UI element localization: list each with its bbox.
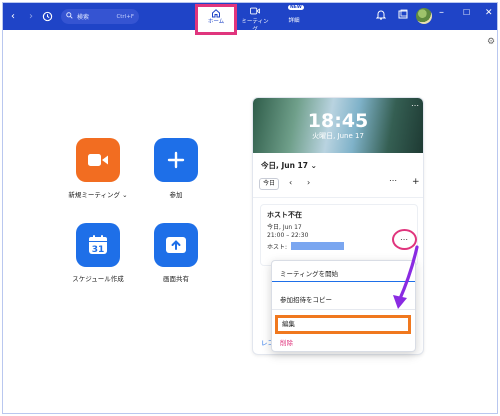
schedule-label[interactable]: スケジュール作成 xyxy=(63,273,133,283)
search-shortcut: Ctrl+F xyxy=(116,13,134,20)
annotation-arrow xyxy=(393,245,419,309)
search-icon xyxy=(66,12,73,21)
meeting-host: ホスト: xyxy=(267,244,288,251)
banner-more-icon[interactable]: ⋯ xyxy=(411,101,419,110)
add-meeting-icon[interactable]: + xyxy=(412,177,420,187)
schedule-button[interactable]: 31 xyxy=(76,223,120,267)
avatar[interactable] xyxy=(416,8,432,24)
chevron-down-icon[interactable]: ⌄ xyxy=(122,191,127,199)
new-badge: NEW xyxy=(288,5,304,10)
edit-menu-item[interactable]: 編集 xyxy=(275,315,411,334)
redacted-host xyxy=(291,242,344,250)
next-day-icon[interactable]: › xyxy=(307,178,310,187)
calendar-day-number: 31 xyxy=(92,245,105,255)
today-dropdown[interactable]: 今日, Jun 17 ⌄ xyxy=(261,160,317,171)
tab-meetings[interactable]: ミーティング xyxy=(240,7,270,33)
meeting-date: 今日, Jun 17 xyxy=(267,224,302,231)
share-screen-button[interactable] xyxy=(154,223,198,267)
back-icon[interactable]: ‹ xyxy=(5,8,21,24)
calendar-banner: 18:45 火曜日, June 17 ⋯ xyxy=(253,98,423,153)
calendar-31-icon: 31 xyxy=(89,235,107,255)
join-label[interactable]: 参加 xyxy=(141,189,211,199)
plus-icon xyxy=(167,151,185,169)
banner-date: 火曜日, June 17 xyxy=(312,132,364,140)
delete-menu-item[interactable]: 削除 xyxy=(272,335,415,351)
bell-icon[interactable] xyxy=(375,9,387,23)
search-placeholder: 検索 xyxy=(77,14,90,21)
history-icon[interactable] xyxy=(39,8,55,24)
new-meeting-label[interactable]: 新規ミーティング ⌄ xyxy=(63,189,133,199)
whiteboard-icon[interactable] xyxy=(398,9,408,22)
gear-icon[interactable]: ⚙ xyxy=(487,37,495,47)
maximize-icon[interactable]: ☐ xyxy=(463,8,470,17)
search-input[interactable]: 検索 Ctrl+F xyxy=(61,9,139,24)
join-button[interactable] xyxy=(154,138,198,182)
prev-day-icon[interactable]: ‹ xyxy=(289,178,292,187)
calendar-more-icon[interactable]: ⋯ xyxy=(389,176,397,185)
tab-more-label: 詳細 xyxy=(288,18,300,24)
share-screen-label[interactable]: 画面共有 xyxy=(141,273,211,283)
video-icon xyxy=(250,7,260,15)
tab-home-label: ホーム xyxy=(207,19,225,25)
tab-home[interactable]: ホーム xyxy=(195,4,237,35)
minimize-icon[interactable]: – xyxy=(439,7,444,18)
meeting-time: 21:00 – 22:30 xyxy=(267,232,309,239)
calendar-controls: 今日 ‹ › ⋯ + xyxy=(259,176,420,190)
zoom-window: ‹ › 検索 Ctrl+F ミーティング NEW 詳細 – ☐ ✕ ホーム ⚙ … xyxy=(2,2,498,414)
tab-more[interactable]: NEW 詳細 xyxy=(283,5,305,24)
divider xyxy=(253,197,423,198)
forward-icon[interactable]: › xyxy=(23,8,39,24)
today-button[interactable]: 今日 xyxy=(259,178,280,190)
close-icon[interactable]: ✕ xyxy=(485,8,493,18)
share-screen-icon xyxy=(166,237,186,253)
meeting-title: ホスト不在 xyxy=(267,211,302,219)
clock: 18:45 xyxy=(307,110,369,132)
video-camera-icon xyxy=(88,154,108,166)
new-meeting-button[interactable] xyxy=(76,138,120,182)
chevron-down-icon: ⌄ xyxy=(310,161,317,170)
title-bar: ‹ › 検索 Ctrl+F ミーティング NEW 詳細 – ☐ ✕ xyxy=(3,3,497,33)
tab-meetings-label: ミーティング xyxy=(241,19,269,33)
